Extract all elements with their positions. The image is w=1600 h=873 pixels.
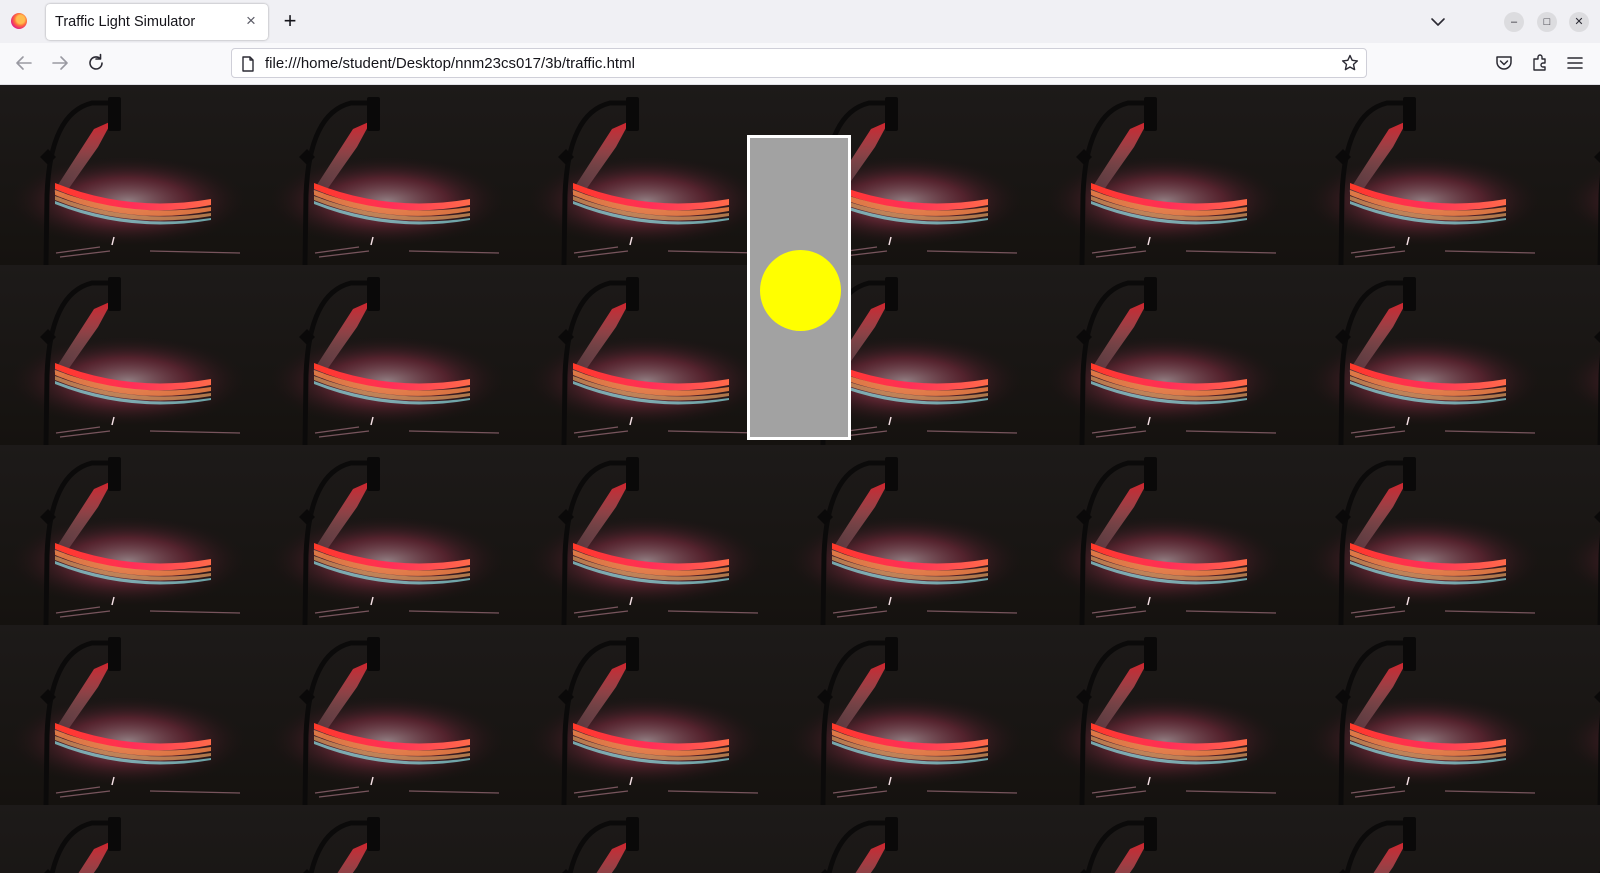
- navigation-bar: file:///home/student/Desktop/nnm23cs017/…: [0, 43, 1600, 85]
- page-icon: [241, 56, 255, 72]
- url-bar[interactable]: file:///home/student/Desktop/nnm23cs017/…: [231, 48, 1367, 78]
- extensions-icon[interactable]: [1530, 53, 1550, 73]
- close-window-button[interactable]: ✕: [1569, 12, 1589, 32]
- minimize-button[interactable]: –: [1504, 12, 1524, 32]
- traffic-light-yellow-lamp: [760, 250, 841, 331]
- tab-bar: Traffic Light Simulator × + – □ ✕: [0, 0, 1600, 43]
- firefox-icon: [11, 13, 27, 29]
- tab-active[interactable]: Traffic Light Simulator ×: [46, 4, 268, 40]
- forward-arrow-icon[interactable]: [49, 52, 71, 74]
- maximize-button[interactable]: □: [1537, 12, 1557, 32]
- new-tab-button[interactable]: +: [276, 8, 304, 36]
- traffic-light-housing: [747, 135, 851, 440]
- hamburger-menu-icon[interactable]: [1565, 53, 1585, 73]
- tab-title: Traffic Light Simulator: [55, 14, 196, 30]
- page-content: [0, 85, 1600, 873]
- tab-close-button[interactable]: ×: [240, 10, 262, 32]
- chevron-down-icon[interactable]: [1428, 12, 1448, 32]
- reload-icon[interactable]: [85, 52, 107, 74]
- star-icon[interactable]: [1341, 54, 1359, 72]
- url-text[interactable]: file:///home/student/Desktop/nnm23cs017/…: [265, 55, 635, 72]
- back-arrow-icon[interactable]: [13, 52, 35, 74]
- pocket-icon[interactable]: [1494, 53, 1514, 73]
